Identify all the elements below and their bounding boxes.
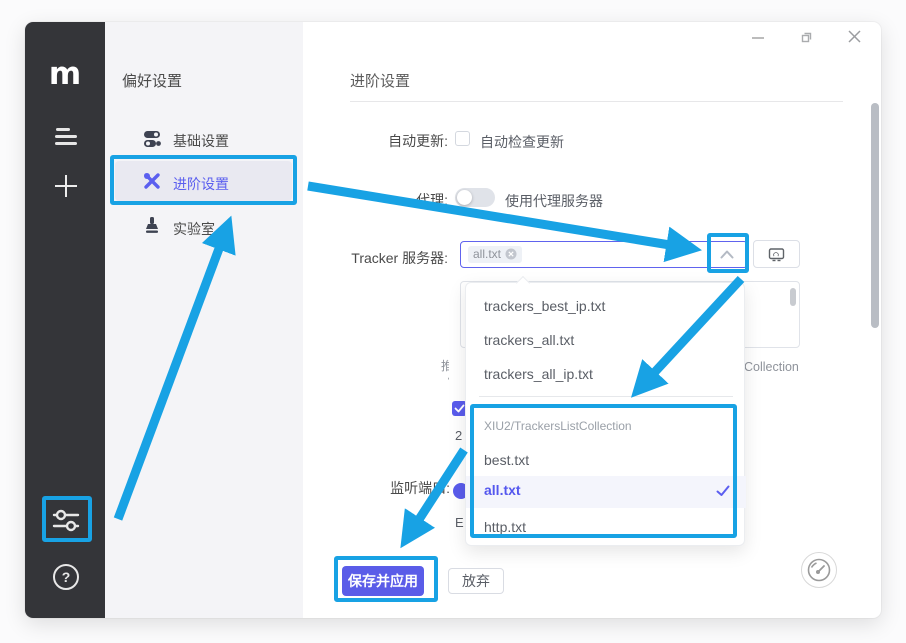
minimize-button[interactable]	[752, 37, 764, 39]
help-text-fragment: Collection	[744, 360, 814, 374]
window-scrollbar[interactable]	[871, 103, 879, 328]
stamp-icon	[143, 216, 161, 234]
sidebar-item-label: 实验室	[173, 219, 215, 239]
sidebar-item-label: 基础设置	[173, 131, 229, 151]
listen-port-label: 监听端口:	[305, 478, 450, 498]
dropdown-caret	[516, 276, 530, 290]
textarea-scrollbar[interactable]	[790, 288, 796, 306]
selected-tag-text: all.txt	[473, 247, 501, 261]
toggles-icon	[143, 129, 161, 149]
panel-title: 偏好设置	[122, 70, 182, 91]
annotation-box-dropdown-caret	[707, 233, 749, 273]
hidden-text-fragment: E	[455, 515, 465, 530]
tracker-select[interactable]: all.txt	[460, 241, 748, 268]
dropdown-divider	[479, 396, 733, 397]
preferences-panel: 偏好设置 基础设置 进阶设置	[105, 22, 303, 618]
close-button[interactable]	[847, 29, 862, 44]
auto-update-label: 自动更新:	[305, 131, 448, 151]
auto-check-update-checkbox[interactable]	[455, 131, 470, 146]
sidebar-item-lab[interactable]: 实验室	[115, 208, 293, 244]
selected-tag[interactable]: all.txt	[468, 246, 522, 263]
annotation-box-advanced-item	[110, 155, 297, 205]
toggle-knob	[457, 190, 472, 205]
sidebar-item-basic-settings[interactable]: 基础设置	[115, 122, 293, 158]
discard-button[interactable]: 放弃	[448, 568, 504, 594]
proxy-label: 代理:	[305, 190, 448, 210]
sync-trackers-button[interactable]	[753, 240, 800, 268]
annotation-box-tracker-group	[470, 404, 737, 538]
maximize-button[interactable]	[800, 30, 814, 44]
help-text-fragment: 〈	[441, 370, 449, 387]
annotation-box-preferences-icon	[42, 496, 92, 542]
annotation-box-save-button	[334, 556, 438, 602]
tracker-server-label: Tracker 服务器:	[305, 248, 448, 268]
dropdown-option[interactable]: trackers_all_ip.txt	[484, 357, 593, 391]
sync-icon	[768, 247, 785, 263]
app-window: m ? 偏好设置 基础设置	[25, 22, 881, 618]
proxy-toggle-text: 使用代理服务器	[505, 191, 603, 211]
dropdown-option[interactable]: trackers_best_ip.txt	[484, 289, 605, 323]
proxy-toggle[interactable]	[455, 188, 495, 207]
page-title: 进阶设置	[350, 70, 410, 91]
speed-gauge-button[interactable]	[800, 550, 838, 590]
auto-check-update-text: 自动检查更新	[480, 132, 564, 152]
title-divider	[350, 101, 843, 102]
motrix-logo: m	[25, 56, 105, 92]
help-icon[interactable]: ?	[53, 564, 79, 590]
dropdown-option[interactable]: trackers_all.txt	[484, 323, 574, 357]
tag-remove-icon[interactable]	[505, 248, 517, 260]
